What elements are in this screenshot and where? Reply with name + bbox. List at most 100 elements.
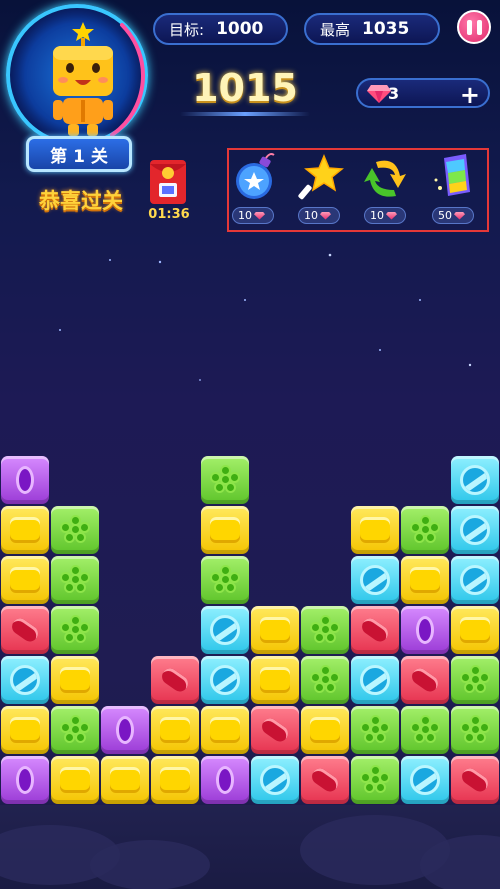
green-candy-icon <box>210 565 240 595</box>
block-purple[interactable] <box>101 706 149 754</box>
block-blue[interactable] <box>401 756 449 804</box>
block-red[interactable] <box>451 756 499 804</box>
green-candy-icon <box>410 715 440 745</box>
pause-button[interactable] <box>457 10 491 44</box>
block-blue[interactable] <box>251 756 299 804</box>
yellow-candy-icon <box>10 517 40 543</box>
blue-candy-icon <box>410 765 440 795</box>
ground-clouds <box>0 805 500 889</box>
block-purple[interactable] <box>1 456 49 504</box>
block-green[interactable] <box>401 506 449 554</box>
green-candy-icon <box>60 615 90 645</box>
blue-candy-icon <box>460 515 490 545</box>
score-underline <box>180 112 310 116</box>
tool-swap[interactable]: 10 <box>356 150 416 228</box>
green-candy-icon <box>360 765 390 795</box>
blue-candy-icon <box>360 565 390 595</box>
yellow-candy-icon <box>60 767 90 793</box>
tool-cost: 50 <box>432 207 474 224</box>
yellow-candy-icon <box>360 517 390 543</box>
green-candy-icon <box>460 715 490 745</box>
red-envelope-timer: 01:36 <box>148 207 190 222</box>
block-blue[interactable] <box>351 556 399 604</box>
block-green[interactable] <box>351 756 399 804</box>
add-gems-button[interactable]: + <box>460 81 480 109</box>
block-yellow[interactable] <box>51 656 99 704</box>
block-green[interactable] <box>401 706 449 754</box>
block-green[interactable] <box>201 556 249 604</box>
block-green[interactable] <box>201 456 249 504</box>
block-green[interactable] <box>51 706 99 754</box>
block-green[interactable] <box>301 606 349 654</box>
block-yellow[interactable] <box>251 656 299 704</box>
purple-candy-icon <box>416 616 434 644</box>
red-envelope-icon[interactable] <box>147 158 189 206</box>
block-red[interactable] <box>351 606 399 654</box>
block-purple[interactable] <box>1 756 49 804</box>
block-blue[interactable] <box>1 656 49 704</box>
block-red[interactable] <box>251 706 299 754</box>
block-blue[interactable] <box>451 506 499 554</box>
block-green[interactable] <box>51 606 99 654</box>
green-candy-icon <box>460 665 490 695</box>
yellow-candy-icon <box>310 717 340 743</box>
tool-magic-wand[interactable]: 10 <box>290 150 350 228</box>
block-green[interactable] <box>301 656 349 704</box>
blue-candy-icon <box>260 765 290 795</box>
red-candy-icon <box>458 765 492 795</box>
block-red[interactable] <box>301 756 349 804</box>
blue-candy-icon <box>210 665 240 695</box>
block-yellow[interactable] <box>51 756 99 804</box>
current-score: 1015 <box>192 66 298 110</box>
block-purple[interactable] <box>201 756 249 804</box>
block-red[interactable] <box>151 656 199 704</box>
yellow-candy-icon <box>110 767 140 793</box>
block-yellow[interactable] <box>151 756 199 804</box>
block-purple[interactable] <box>401 606 449 654</box>
purple-candy-icon <box>216 766 234 794</box>
block-blue[interactable] <box>451 456 499 504</box>
game-board <box>0 455 500 805</box>
block-blue[interactable] <box>451 556 499 604</box>
block-yellow[interactable] <box>351 506 399 554</box>
block-yellow[interactable] <box>201 506 249 554</box>
purple-candy-icon <box>16 466 34 494</box>
block-blue[interactable] <box>201 606 249 654</box>
blue-candy-icon <box>10 665 40 695</box>
yellow-candy-icon <box>260 667 290 693</box>
block-red[interactable] <box>1 606 49 654</box>
yellow-candy-icon <box>260 617 290 643</box>
block-yellow[interactable] <box>251 606 299 654</box>
block-yellow[interactable] <box>1 506 49 554</box>
goal-value: 1000 <box>216 19 264 39</box>
green-candy-icon <box>410 515 440 545</box>
red-candy-icon <box>358 615 392 645</box>
block-green[interactable] <box>351 706 399 754</box>
tool-rainbow[interactable]: 50 <box>424 150 484 228</box>
block-yellow[interactable] <box>101 756 149 804</box>
bomb-icon <box>236 153 275 199</box>
block-green[interactable] <box>51 506 99 554</box>
red-candy-icon <box>158 665 192 695</box>
goal-score: 目标: 1000 <box>153 13 288 45</box>
block-yellow[interactable] <box>1 556 49 604</box>
block-yellow[interactable] <box>151 706 199 754</box>
block-yellow[interactable] <box>301 706 349 754</box>
block-yellow[interactable] <box>201 706 249 754</box>
yellow-candy-icon <box>160 767 190 793</box>
goal-label: 目标: <box>169 20 205 39</box>
block-yellow[interactable] <box>401 556 449 604</box>
block-green[interactable] <box>51 556 99 604</box>
block-yellow[interactable] <box>451 606 499 654</box>
block-yellow[interactable] <box>1 706 49 754</box>
block-blue[interactable] <box>351 656 399 704</box>
green-candy-icon <box>310 665 340 695</box>
green-candy-icon <box>210 465 240 495</box>
block-green[interactable] <box>451 706 499 754</box>
green-candy-icon <box>360 715 390 745</box>
block-blue[interactable] <box>201 656 249 704</box>
tool-bomb[interactable]: 10 <box>224 150 284 228</box>
block-red[interactable] <box>401 656 449 704</box>
block-green[interactable] <box>451 656 499 704</box>
red-candy-icon <box>308 765 342 795</box>
